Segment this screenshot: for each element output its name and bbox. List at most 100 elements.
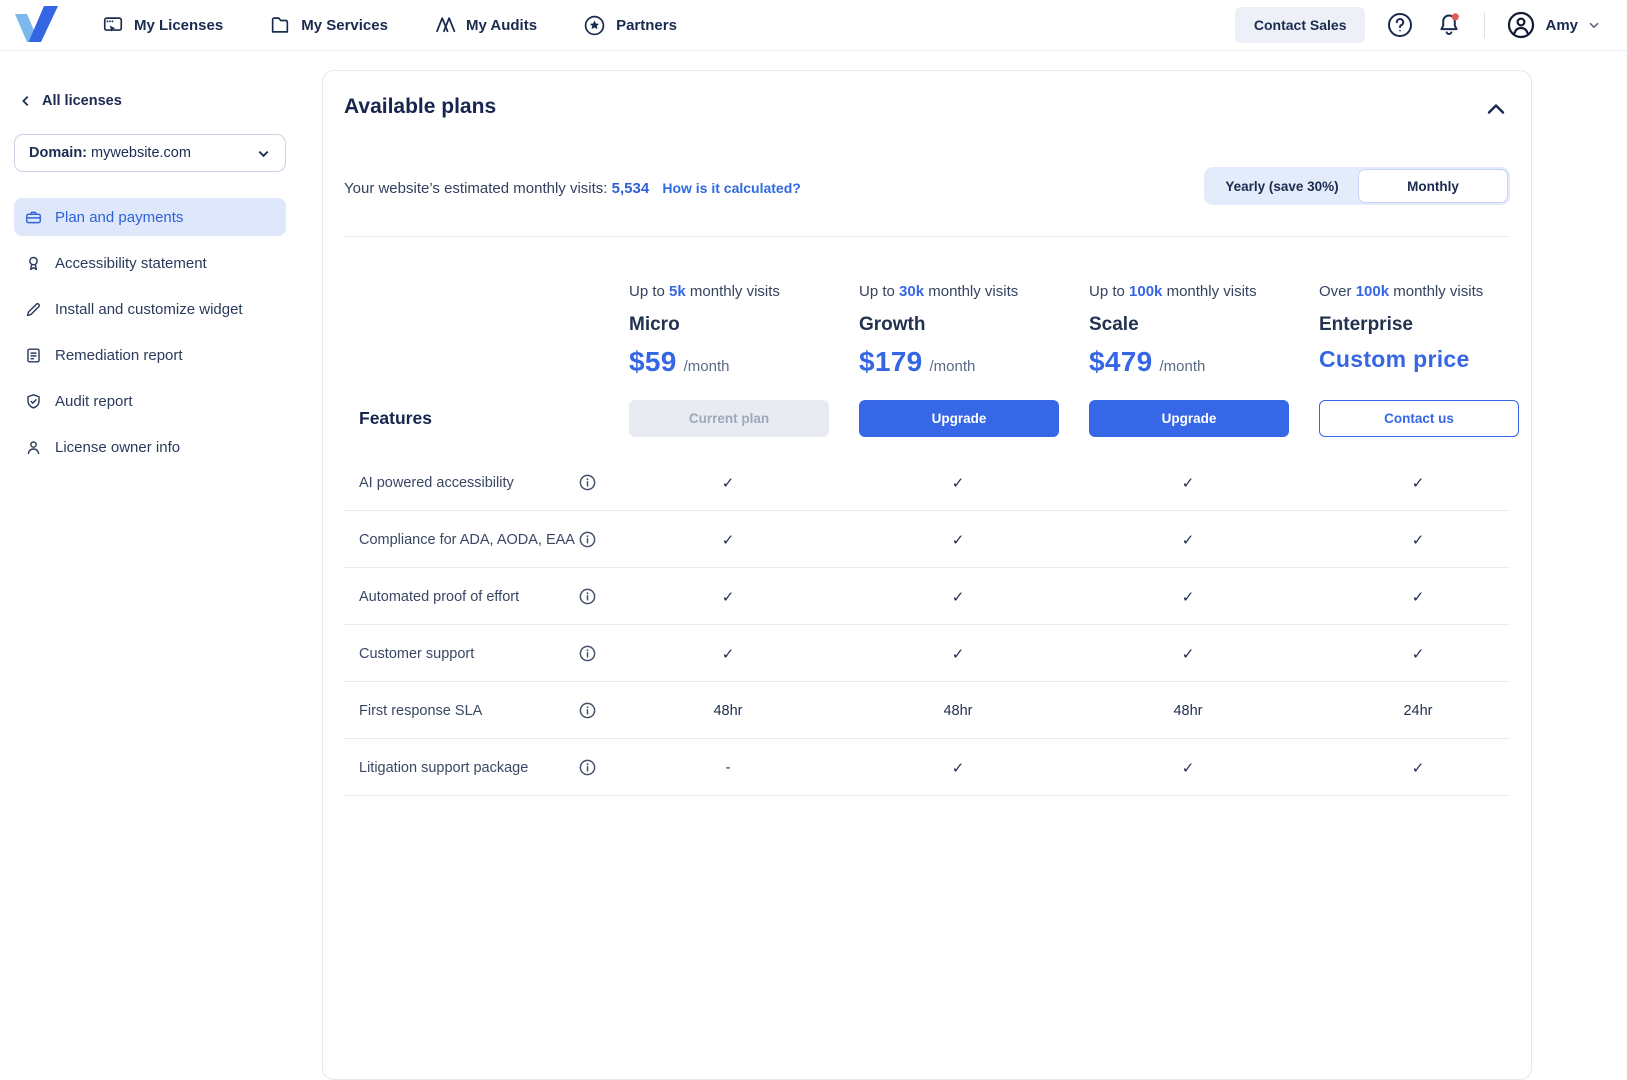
plan-visits: Over 100k monthly visits	[1319, 283, 1533, 300]
help-icon	[1386, 11, 1414, 39]
feature-value: ✓	[843, 474, 1073, 492]
sidebar-item-label: Audit report	[55, 393, 133, 410]
nav-label: My Audits	[466, 17, 537, 34]
shield-check-icon	[24, 392, 43, 411]
chevron-down-icon	[256, 146, 271, 161]
avatar-icon	[1506, 10, 1536, 40]
feature-row-compliance: Compliance for ADA, AODA, EAA ✓ ✓ ✓ ✓	[323, 511, 1531, 568]
upgrade-scale-button[interactable]: Upgrade	[1089, 400, 1289, 437]
feature-value: ✓	[843, 588, 1073, 606]
plan-price: $179	[859, 346, 923, 378]
feature-value: ✓	[613, 474, 843, 492]
plan-price: $59	[629, 346, 677, 378]
plan-period: /month	[684, 358, 730, 375]
chevron-up-icon	[1484, 98, 1508, 122]
feature-value: ✓	[613, 588, 843, 606]
feature-value: 48hr	[1073, 703, 1303, 719]
feature-value: 48hr	[613, 703, 843, 719]
toggle-yearly[interactable]: Yearly (save 30%)	[1206, 169, 1358, 203]
collapse-section-button[interactable]	[1484, 98, 1508, 122]
sidebar-item-plan-and-payments[interactable]: Plan and payments	[14, 198, 286, 236]
info-icon[interactable]	[579, 588, 613, 605]
feature-value: ✓	[1303, 588, 1533, 606]
visits-value: 5,534	[612, 180, 650, 197]
visits-label: Your website’s estimated monthly visits:	[344, 180, 607, 197]
sidebar-item-install-widget[interactable]: Install and customize widget	[14, 290, 286, 328]
estimated-visits: Your website’s estimated monthly visits:…	[344, 180, 801, 197]
feature-value: ✓	[1073, 474, 1303, 492]
sidebar-item-audit-report[interactable]: Audit report	[14, 382, 286, 420]
info-icon[interactable]	[579, 531, 613, 548]
notification-badge	[1452, 13, 1459, 20]
brand-logo[interactable]	[14, 5, 60, 45]
sidebar-menu: Plan and payments Accessibility statemen…	[14, 198, 286, 466]
notifications-button[interactable]	[1435, 11, 1463, 39]
plan-visits: Up to 30k monthly visits	[859, 283, 1073, 300]
feature-row-ai-powered-accessibility: AI powered accessibility ✓ ✓ ✓ ✓	[323, 454, 1531, 511]
chevron-down-icon	[1587, 18, 1601, 32]
current-plan-button: Current plan	[629, 400, 829, 437]
top-nav: My Licenses My Services My Audits Partne…	[0, 0, 1627, 51]
plan-name: Scale	[1089, 314, 1303, 336]
licenses-icon	[102, 14, 124, 36]
contact-us-button[interactable]: Contact us	[1319, 400, 1519, 437]
feature-value: ✓	[1073, 531, 1303, 549]
feature-value: 24hr	[1303, 703, 1533, 719]
nav-label: My Services	[301, 17, 388, 34]
feature-value: ✓	[1303, 645, 1533, 663]
feature-label: Automated proof of effort	[359, 589, 579, 605]
nav-partners[interactable]: Partners	[583, 14, 677, 37]
toggle-monthly[interactable]: Monthly	[1358, 169, 1508, 203]
help-button[interactable]	[1386, 11, 1414, 39]
plan-header-micro: Up to 5k monthly visits Micro $59 /month	[613, 237, 843, 378]
contact-sales-button[interactable]: Contact Sales	[1235, 7, 1366, 43]
plans-table: Up to 5k monthly visits Micro $59 /month…	[323, 237, 1531, 796]
sidebar-item-accessibility-statement[interactable]: Accessibility statement	[14, 244, 286, 282]
briefcase-icon	[24, 208, 43, 227]
plan-header-growth: Up to 30k monthly visits Growth $179 /mo…	[843, 237, 1073, 378]
plan-price: $479	[1089, 346, 1153, 378]
feature-label: Customer support	[359, 646, 579, 662]
sidebar-item-label: License owner info	[55, 439, 180, 456]
plan-name: Enterprise	[1319, 314, 1533, 336]
sidebar-item-label: Remediation report	[55, 347, 183, 364]
primary-nav: My Licenses My Services My Audits Partne…	[102, 14, 677, 37]
sidebar-item-license-owner-info[interactable]: License owner info	[14, 428, 286, 466]
back-to-all-licenses[interactable]: All licenses	[19, 93, 286, 109]
info-icon[interactable]	[579, 759, 613, 776]
person-icon	[24, 438, 43, 457]
plan-actions-row: Features Current plan Upgrade Upgrade Co…	[323, 398, 1531, 438]
topnav-right: Contact Sales Amy	[1235, 7, 1601, 43]
feature-value: ✓	[843, 645, 1073, 663]
feature-value: ✓	[1303, 759, 1533, 777]
feature-row-first-response-sla: First response SLA 48hr 48hr 48hr 24hr	[323, 682, 1531, 739]
nav-my-licenses[interactable]: My Licenses	[102, 14, 223, 37]
page-title: Available plans	[344, 95, 496, 119]
domain-text: Domain: mywebsite.com	[29, 145, 191, 161]
audits-icon	[434, 14, 456, 36]
upgrade-growth-button[interactable]: Upgrade	[859, 400, 1059, 437]
nav-my-audits[interactable]: My Audits	[434, 14, 537, 37]
domain-selector[interactable]: Domain: mywebsite.com	[14, 134, 286, 172]
feature-value: ✓	[1073, 588, 1303, 606]
plan-visits: Up to 5k monthly visits	[629, 283, 843, 300]
feature-label: First response SLA	[359, 703, 579, 719]
domain-value: mywebsite.com	[91, 145, 191, 161]
feature-label: Litigation support package	[359, 760, 579, 776]
feature-row-litigation-support: Litigation support package - ✓ ✓ ✓	[323, 739, 1531, 796]
feature-row-customer-support: Customer support ✓ ✓ ✓ ✓	[323, 625, 1531, 682]
feature-value: ✓	[1073, 759, 1303, 777]
how-calculated-link[interactable]: How is it calculated?	[662, 180, 800, 196]
info-icon[interactable]	[579, 645, 613, 662]
feature-label: AI powered accessibility	[359, 475, 579, 491]
plan-name: Micro	[629, 314, 843, 336]
sidebar-item-remediation-report[interactable]: Remediation report	[14, 336, 286, 374]
info-icon[interactable]	[579, 474, 613, 491]
sidebar-item-label: Install and customize widget	[55, 301, 243, 318]
user-menu[interactable]: Amy	[1506, 10, 1601, 40]
sidebar-item-label: Accessibility statement	[55, 255, 207, 272]
info-icon[interactable]	[579, 702, 613, 719]
nav-my-services[interactable]: My Services	[269, 14, 388, 37]
feature-value: ✓	[1303, 531, 1533, 549]
plan-period: /month	[1160, 358, 1206, 375]
